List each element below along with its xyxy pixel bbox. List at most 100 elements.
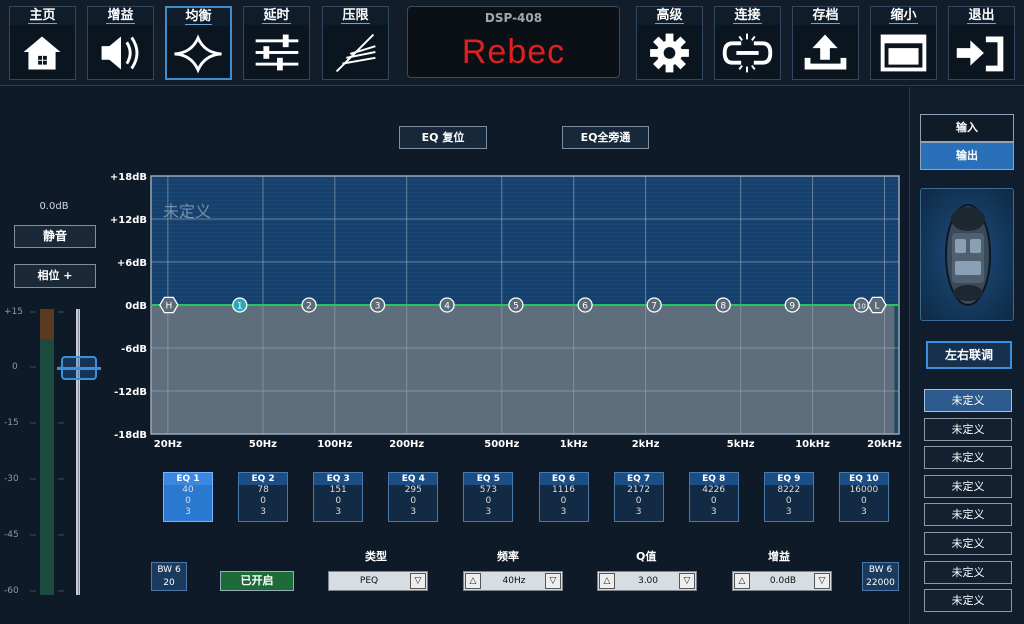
nav-home-button[interactable]: 主页 [9, 6, 76, 80]
x-tick-label: 5kHz [727, 439, 755, 450]
freq-stepper[interactable]: △ 40Hz ▽ [463, 571, 563, 591]
eq-band-name: EQ 7 [614, 473, 663, 485]
car-seat-diagram[interactable] [920, 188, 1014, 321]
eq-band-card[interactable]: EQ 10 16000 0 3 [838, 472, 889, 522]
chevron-down-icon[interactable]: ▽ [410, 573, 426, 589]
eq-marker[interactable]: 9 [784, 297, 800, 313]
eq-band-freq: 4226 [702, 485, 726, 495]
chart-watermark: 未定义 [163, 202, 211, 221]
gain-stepper[interactable]: △ 0.0dB ▽ [732, 571, 832, 591]
input-tab[interactable]: 输入 [920, 114, 1014, 142]
eq-reset-button[interactable]: EQ 复位 [399, 126, 487, 149]
eq-marker[interactable]: L [867, 296, 887, 314]
fader-knob[interactable] [57, 356, 101, 380]
nav-label: 退出 [949, 7, 1014, 25]
preset-slot[interactable]: 未定义 [924, 589, 1012, 613]
eq-marker-label: 3 [375, 302, 381, 312]
nav-label: 均衡 [167, 8, 230, 26]
eq-marker[interactable]: 4 [439, 297, 455, 313]
eq-band-card[interactable]: EQ 6 1116 0 3 [538, 472, 589, 522]
eq-band-card[interactable]: EQ 1 40 0 3 [163, 472, 213, 522]
nav-save-button[interactable]: 存档 [792, 6, 859, 80]
q-label: Q值 [636, 550, 657, 563]
preset-slot[interactable]: 未定义 [924, 532, 1012, 555]
nav-gain-button[interactable]: 增益 [87, 6, 154, 80]
eq-band-card[interactable]: EQ 4 295 0 3 [388, 472, 439, 522]
nav-advanced-button[interactable]: 高级 [636, 6, 703, 80]
enabled-toggle[interactable]: 已开启 [220, 571, 294, 591]
increment-icon[interactable]: △ [465, 573, 481, 589]
x-tick-label: 10kHz [795, 439, 830, 450]
nav-label: 存档 [793, 7, 858, 25]
eq-band-name: EQ 9 [764, 473, 813, 485]
level-readout: 0.0dB [39, 201, 69, 212]
preset-slot[interactable]: 未定义 [924, 446, 1012, 470]
eq-band-freq: 573 [479, 485, 497, 495]
nav-limiter-button[interactable]: 压限 [322, 6, 389, 80]
output-tab[interactable]: 输出 [920, 142, 1014, 170]
eq-response-chart[interactable]: 未定义 +18dB +12dB +6dB 0dB -6dB -12dB -18dB 20Hz… [106, 168, 906, 452]
eq-band-gain: 0 [785, 496, 792, 506]
eq-marker[interactable]: 5 [508, 297, 524, 313]
eq-band-card[interactable]: EQ 5 573 0 3 [463, 472, 514, 522]
q-stepper[interactable]: △ 3.00 ▽ [597, 571, 697, 591]
eq-marker[interactable]: 8 [715, 297, 731, 313]
bw-low-value: 20 [163, 578, 175, 588]
increment-icon[interactable]: △ [734, 573, 750, 589]
eq-marker[interactable]: 6 [577, 297, 593, 313]
increment-icon[interactable]: △ [599, 573, 615, 589]
type-select[interactable]: PEQ ▽ [328, 571, 428, 591]
nav-delay-button[interactable]: 延时 [243, 6, 310, 80]
eq-band-name: EQ 6 [539, 473, 588, 485]
nav-eq-button[interactable]: 均衡 [165, 6, 232, 80]
eq-band-freq: 78 [257, 485, 269, 495]
eq-star-icon [174, 34, 222, 74]
eq-marker[interactable]: 1 [232, 297, 248, 313]
phase-button[interactable]: 相位 + [14, 264, 96, 288]
preset-slot[interactable]: 未定义 [924, 503, 1012, 527]
preset-slot[interactable]: 未定义 [924, 389, 1012, 412]
nav-minimize-button[interactable]: 缩小 [870, 6, 937, 80]
level-meter-and-fader [30, 309, 80, 595]
y-axis-labels: +18dB +12dB +6dB 0dB -6dB -12dB -18dB [110, 172, 147, 441]
eq-band-card[interactable]: EQ 8 4226 0 3 [688, 472, 739, 522]
y-tick-label: +6dB [117, 258, 147, 269]
brand-logo: Rebec [461, 33, 566, 71]
nav-label: 主页 [10, 7, 75, 25]
eq-band-card[interactable]: EQ 7 2172 0 3 [613, 472, 664, 522]
eq-bypass-button[interactable]: EQ全旁通 [562, 126, 649, 149]
mute-button[interactable]: 静音 [14, 225, 96, 248]
decrement-icon[interactable]: ▽ [814, 573, 830, 589]
eq-marker[interactable]: 2 [301, 297, 317, 313]
preset-slot[interactable]: 未定义 [924, 560, 1012, 584]
preset-slot[interactable]: 未定义 [924, 417, 1012, 441]
decrement-icon[interactable]: ▽ [679, 573, 695, 589]
nav-label: 压限 [323, 7, 388, 25]
lr-link-button[interactable]: 左右联调 [926, 341, 1012, 369]
eq-band-card[interactable]: EQ 2 78 0 3 [238, 472, 289, 522]
nav-connect-button[interactable]: 连接 [714, 6, 781, 80]
bw-low-box[interactable]: BW 6 20 [151, 562, 187, 591]
eq-band-q: 3 [485, 507, 492, 517]
eq-band-card[interactable]: EQ 3 151 0 3 [313, 472, 364, 522]
eq-band-name: EQ 5 [464, 473, 513, 485]
eq-marker[interactable]: 10 [853, 297, 870, 313]
decrement-icon[interactable]: ▽ [545, 573, 561, 589]
x-axis-labels: 20Hz 50Hz 100Hz 200Hz 500Hz 1kHz 2kHz 5kHz 10kHz… [154, 439, 902, 450]
eq-marker[interactable]: 3 [369, 297, 386, 313]
eq-marker[interactable]: H [159, 296, 179, 314]
eq-band-freq: 8222 [777, 485, 801, 495]
nav-exit-button[interactable]: 退出 [948, 6, 1015, 80]
x-tick-label: 20kHz [867, 439, 902, 450]
eq-marker[interactable]: 7 [646, 297, 662, 313]
eq-band-card[interactable]: EQ 9 8222 0 3 [763, 472, 814, 522]
preset-slot[interactable]: 未定义 [924, 474, 1012, 498]
x-tick-label: 200Hz [389, 439, 424, 450]
nav-label: 连接 [715, 7, 780, 25]
link-icon [722, 33, 773, 73]
window-icon [880, 34, 927, 72]
bw-high-box[interactable]: BW 6 22000 [862, 562, 899, 591]
nav-label: 增益 [88, 7, 153, 25]
eq-band-name: EQ 4 [389, 473, 438, 485]
eq-band-gain: 0 [185, 496, 191, 506]
